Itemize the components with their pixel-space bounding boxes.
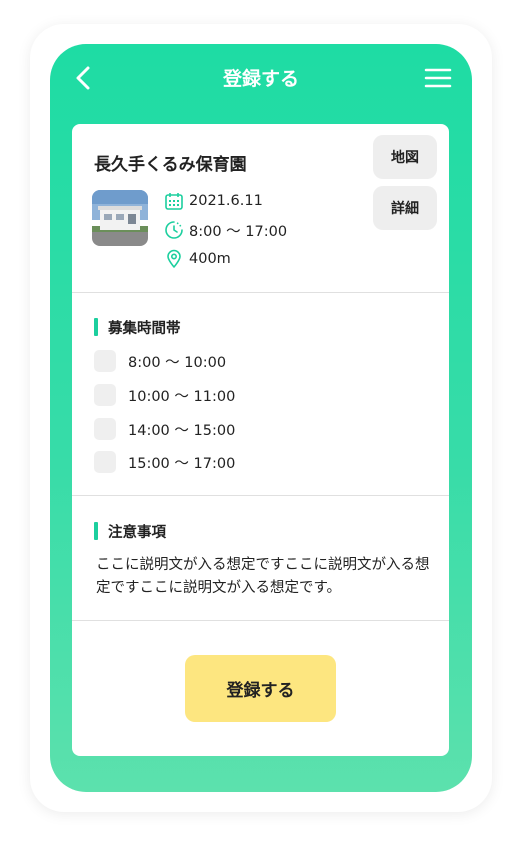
page-title: 登録する (222, 68, 299, 90)
time-slot-checkbox[interactable] (94, 451, 116, 473)
facility-date: 2021.6.11 (189, 193, 263, 209)
time-slot-checkbox[interactable] (94, 350, 116, 372)
notes-text: ここに説明文が入る想定ですここに説明文が入る想定ですここに説明文が入る想定です。 (96, 557, 430, 596)
detail-button[interactable]: 詳細 (373, 186, 437, 230)
time-slot-label: 15:00 〜 17:00 (128, 455, 236, 472)
register-button[interactable]: 登録する (185, 655, 336, 722)
time-slot-checkbox[interactable] (94, 418, 116, 440)
distance-row: 400m (164, 248, 231, 270)
time-slot-label: 10:00 〜 11:00 (128, 388, 236, 405)
notes-title: 注意事項 (108, 524, 166, 541)
date-row: 2021.6.11 (164, 190, 263, 212)
clock-icon (165, 221, 183, 239)
menu-icon[interactable] (424, 66, 452, 90)
time-slot-option[interactable]: 10:00 〜 11:00 (94, 383, 235, 407)
time-slot-option[interactable]: 8:00 〜 10:00 (94, 349, 226, 373)
facility-name: 長久手くるみ保育園 (94, 155, 247, 175)
time-slot-label: 8:00 〜 10:00 (128, 354, 227, 371)
map-button[interactable]: 地図 (373, 135, 437, 179)
time-slots-heading: 募集時間帯 (94, 317, 181, 337)
facility-photo (92, 190, 148, 246)
time-slot-label: 14:00 〜 15:00 (128, 422, 236, 439)
hours-row: 8:00 〜 17:00 (164, 219, 287, 241)
notes-heading: 注意事項 (94, 521, 166, 541)
app-header: 登録する (50, 44, 472, 110)
location-pin-icon (167, 249, 181, 268)
registration-card: 長久手くるみ保育園 2021.6.11 8:00 〜 17:00 400m 地図… (72, 124, 449, 756)
facility-distance: 400m (189, 251, 231, 267)
section-marker (94, 318, 98, 336)
app-screen: 登録する 長久手くるみ保育園 2021.6.11 8:00 〜 17:00 40… (50, 44, 472, 792)
time-slot-option[interactable]: 14:00 〜 15:00 (94, 417, 235, 441)
section-marker (94, 522, 98, 540)
divider (72, 495, 449, 496)
calendar-icon (165, 193, 183, 210)
divider (72, 292, 449, 293)
time-slots-title: 募集時間帯 (108, 320, 181, 337)
facility-hours: 8:00 〜 17:00 (189, 223, 288, 240)
time-slot-checkbox[interactable] (94, 384, 116, 406)
divider (72, 620, 449, 621)
time-slot-option[interactable]: 15:00 〜 17:00 (94, 450, 235, 474)
